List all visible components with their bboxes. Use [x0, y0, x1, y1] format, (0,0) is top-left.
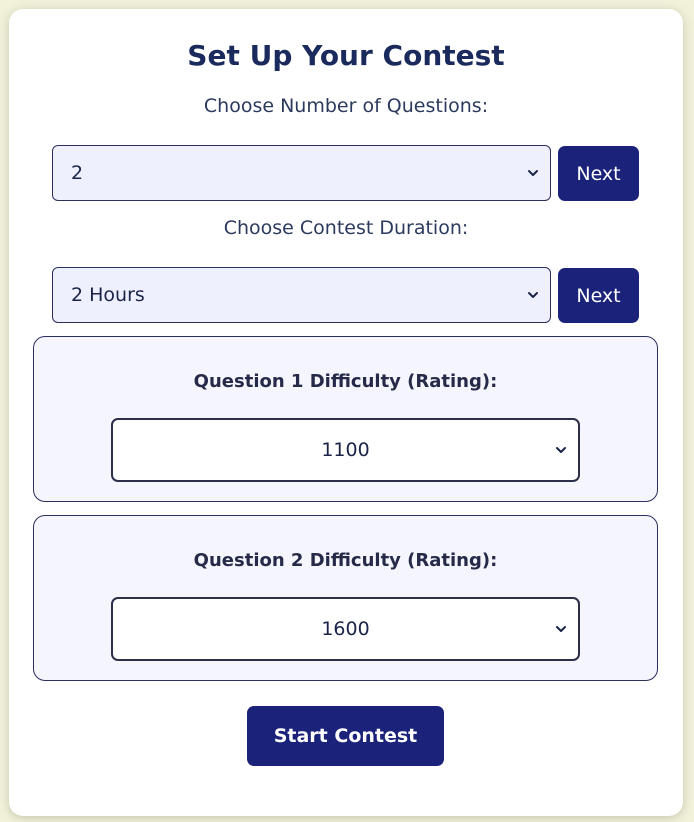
question-1-rating-value: 1100 — [321, 439, 370, 461]
duration-next-button[interactable]: Next — [558, 268, 639, 323]
chevron-down-icon — [556, 447, 566, 453]
question-1-panel: Question 1 Difficulty (Rating): 1100 — [33, 336, 658, 502]
question-1-rating-select[interactable]: 1100 — [111, 418, 580, 482]
questions-next-button[interactable]: Next — [558, 146, 639, 201]
duration-label: Choose Contest Duration: — [223, 217, 469, 239]
chevron-down-icon — [556, 626, 566, 632]
chevron-down-icon — [528, 292, 538, 298]
question-2-rating-value: 1600 — [321, 618, 370, 640]
questions-count-label: Choose Number of Questions: — [203, 95, 489, 117]
questions-count-value: 2 — [71, 162, 84, 184]
page-title: Set Up Your Contest — [187, 39, 505, 72]
start-contest-button[interactable]: Start Contest — [247, 706, 444, 766]
question-2-label: Question 2 Difficulty (Rating): — [193, 550, 498, 571]
question-2-panel: Question 2 Difficulty (Rating): 1600 — [33, 515, 658, 681]
contest-setup-card: Set Up Your Contest Choose Number of Que… — [9, 9, 683, 816]
duration-select[interactable]: 2 Hours — [52, 267, 551, 323]
question-1-label: Question 1 Difficulty (Rating): — [193, 371, 498, 392]
questions-count-select[interactable]: 2 — [52, 145, 551, 201]
duration-value: 2 Hours — [71, 284, 145, 306]
chevron-down-icon — [528, 170, 538, 176]
question-2-rating-select[interactable]: 1600 — [111, 597, 580, 661]
